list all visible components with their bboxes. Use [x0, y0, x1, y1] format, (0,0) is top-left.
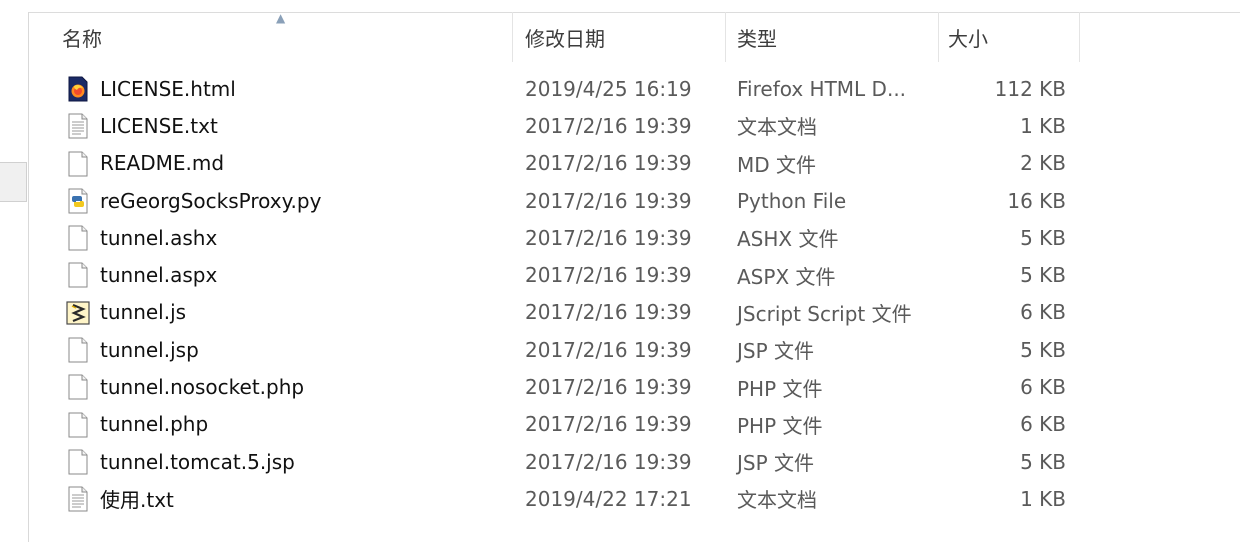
generic-file-icon — [66, 337, 90, 363]
column-divider[interactable] — [512, 12, 513, 62]
file-type: MD 文件 — [737, 152, 817, 177]
file-row[interactable]: tunnel.php 2017/2/16 19:39 PHP 文件 6 KB — [28, 406, 1128, 443]
file-name: 使用.txt — [100, 488, 174, 513]
file-name: tunnel.nosocket.php — [100, 375, 305, 400]
file-name: LICENSE.txt — [100, 113, 218, 138]
file-type: PHP 文件 — [737, 413, 823, 438]
column-divider[interactable] — [938, 12, 939, 62]
file-name: tunnel.js — [100, 300, 187, 325]
navigation-pane[interactable] — [0, 12, 29, 542]
file-row[interactable]: tunnel.nosocket.php 2017/2/16 19:39 PHP 文件… — [28, 368, 1128, 405]
column-header-type-label: 类型 — [737, 26, 777, 51]
column-divider[interactable] — [725, 12, 726, 62]
file-size: 5 KB — [1020, 263, 1066, 288]
column-header-size-label: 大小 — [948, 26, 988, 51]
file-type: JScript Script 文件 — [737, 301, 912, 326]
file-size: 1 KB — [1020, 486, 1066, 511]
column-header-bar: ▲ 名称 修改日期 类型 大小 — [28, 12, 1240, 62]
file-name: README.md — [100, 151, 225, 176]
file-modified-date: 2017/2/16 19:39 — [525, 337, 692, 362]
generic-file-icon — [66, 374, 90, 400]
file-type: 文本文档 — [737, 488, 817, 513]
file-modified-date: 2017/2/16 19:39 — [525, 412, 692, 437]
file-row[interactable]: 使用.txt 2019/4/22 17:21 文本文档 1 KB — [28, 480, 1128, 517]
column-header-type[interactable]: 类型 — [737, 12, 937, 62]
generic-file-icon — [66, 225, 90, 251]
python-file-icon — [66, 188, 90, 214]
file-size: 6 KB — [1020, 412, 1066, 437]
file-row[interactable]: README.md 2017/2/16 19:39 MD 文件 2 KB — [28, 145, 1128, 182]
file-modified-date: 2019/4/25 16:19 — [525, 76, 692, 101]
file-modified-date: 2017/2/16 19:39 — [525, 449, 692, 474]
firefox-html-file-icon — [66, 76, 90, 102]
file-size: 6 KB — [1020, 300, 1066, 325]
file-type: ASHX 文件 — [737, 227, 839, 252]
column-header-name-label: 名称 — [62, 26, 102, 51]
file-modified-date: 2017/2/16 19:39 — [525, 113, 692, 138]
file-modified-date: 2017/2/16 19:39 — [525, 300, 692, 325]
file-size: 1 KB — [1020, 113, 1066, 138]
generic-file-icon — [66, 262, 90, 288]
jscript-file-icon — [66, 300, 90, 326]
column-header-date-label: 修改日期 — [525, 26, 605, 51]
file-type: JSP 文件 — [737, 451, 815, 476]
generic-file-icon — [66, 412, 90, 438]
text-document-icon — [66, 113, 90, 139]
file-type: Firefox HTML D... — [737, 76, 907, 101]
file-name: tunnel.php — [100, 412, 209, 437]
file-name: tunnel.tomcat.5.jsp — [100, 449, 295, 474]
file-modified-date: 2017/2/16 19:39 — [525, 188, 692, 213]
file-type: ASPX 文件 — [737, 264, 836, 289]
text-document-icon — [66, 486, 90, 512]
file-type: PHP 文件 — [737, 376, 823, 401]
file-modified-date: 2017/2/16 19:39 — [525, 151, 692, 176]
column-divider[interactable] — [1079, 12, 1080, 62]
file-name: tunnel.ashx — [100, 225, 218, 250]
generic-file-icon — [66, 151, 90, 177]
file-size: 2 KB — [1020, 151, 1066, 176]
column-header-date[interactable]: 修改日期 — [525, 12, 725, 62]
file-row[interactable]: tunnel.js 2017/2/16 19:39 JScript Script 文… — [28, 294, 1128, 331]
file-modified-date: 2017/2/16 19:39 — [525, 263, 692, 288]
file-type: 文本文档 — [737, 115, 817, 140]
column-header-name[interactable]: 名称 — [62, 12, 512, 62]
navigation-pane-selected-item[interactable] — [0, 162, 27, 202]
file-name: reGeorgSocksProxy.py — [100, 188, 322, 213]
file-modified-date: 2019/4/22 17:21 — [525, 486, 692, 511]
file-row[interactable]: reGeorgSocksProxy.py 2017/2/16 19:39 Pytho… — [28, 182, 1128, 219]
file-name: tunnel.aspx — [100, 263, 218, 288]
file-type: JSP 文件 — [737, 339, 815, 364]
file-size: 5 KB — [1020, 337, 1066, 362]
file-size: 6 KB — [1020, 375, 1066, 400]
file-size: 16 KB — [1007, 188, 1066, 213]
file-modified-date: 2017/2/16 19:39 — [525, 225, 692, 250]
generic-file-icon — [66, 449, 90, 475]
file-list: LICENSE.html 2019/4/25 16:19 Firefox HTML … — [28, 70, 1128, 518]
column-header-size[interactable]: 大小 — [948, 12, 1078, 62]
file-size: 5 KB — [1020, 449, 1066, 474]
file-row[interactable]: tunnel.jsp 2017/2/16 19:39 JSP 文件 5 KB — [28, 331, 1128, 368]
file-size: 5 KB — [1020, 225, 1066, 250]
file-size: 112 KB — [994, 76, 1066, 101]
file-name: LICENSE.html — [100, 76, 236, 101]
file-name: tunnel.jsp — [100, 337, 199, 362]
file-row[interactable]: LICENSE.txt 2017/2/16 19:39 文本文档 1 KB — [28, 107, 1128, 144]
file-row[interactable]: tunnel.ashx 2017/2/16 19:39 ASHX 文件 5 KB — [28, 219, 1128, 256]
file-row[interactable]: tunnel.tomcat.5.jsp 2017/2/16 19:39 JSP 文件… — [28, 443, 1128, 480]
file-row[interactable]: tunnel.aspx 2017/2/16 19:39 ASPX 文件 5 KB — [28, 256, 1128, 293]
file-row[interactable]: LICENSE.html 2019/4/25 16:19 Firefox HTML … — [28, 70, 1128, 107]
file-type: Python File — [737, 188, 847, 213]
file-modified-date: 2017/2/16 19:39 — [525, 375, 692, 400]
